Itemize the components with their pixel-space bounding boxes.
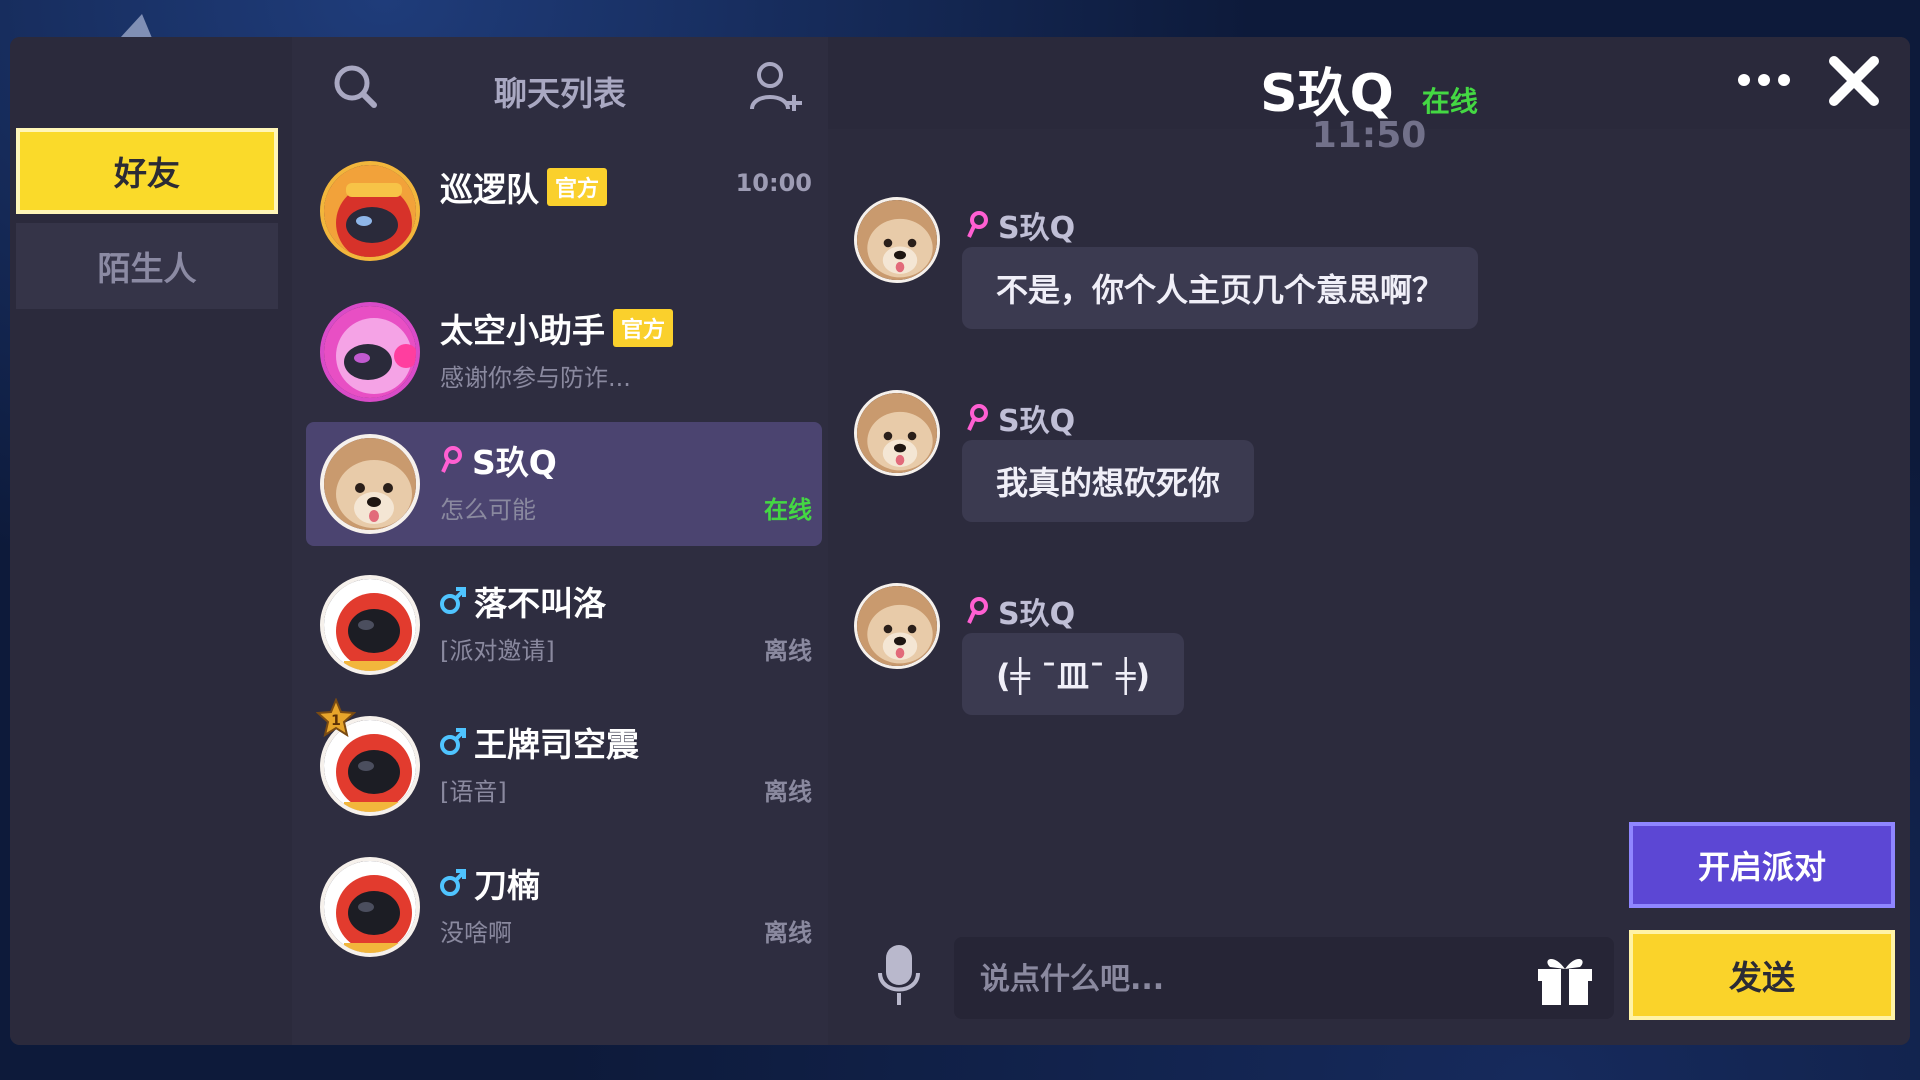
chat-time: 10:00 [735,169,812,197]
male-icon [440,869,466,896]
chat-status: 离线 [764,919,812,947]
chat-window: 好友 陌生人 聊天列表 巡逻队 官方 10:00 太空小助手 官方 感谢你参与防… [10,37,1910,1045]
chat-preview: 感谢你参与防诈... [440,364,631,392]
female-icon [967,211,988,238]
more-icon[interactable] [1738,65,1798,95]
chat-name-row: 王牌司空震 [440,718,639,766]
chat-status: 在线 [764,496,812,524]
chat-item-wangpai[interactable]: 1 王牌司空震 [语音] 离线 [306,698,822,828]
message: S玖Q 我真的想砍死你 [854,390,1654,560]
avatar [320,434,420,534]
rank-badge-icon: 1 [316,698,356,738]
send-button[interactable]: 发送 [1629,930,1895,1020]
chat-name: 刀楠 [474,866,540,905]
chat-list-panel: 聊天列表 巡逻队 官方 10:00 太空小助手 官方 感谢你参与防诈... S玖… [292,37,828,1045]
chat-item-daonan[interactable]: 刀楠 没啥啊 离线 [306,845,822,969]
chat-name: 王牌司空震 [474,725,639,764]
chat-preview: [派对邀请] [440,637,555,665]
mic-icon[interactable] [876,943,922,1007]
chat-name: S玖Q [472,443,557,482]
conversation-panel: S玖Q 在线 11:50 S玖Q 不是，你个人主页几个意思啊？ S玖Q 我真的想… [828,37,1910,1045]
message-sender-name: S玖Q [998,211,1076,246]
chat-status: 离线 [764,778,812,806]
chat-name: 太空小助手 [440,311,605,350]
message-avatar[interactable] [854,197,940,283]
start-party-button[interactable]: 开启派对 [1629,822,1895,908]
gift-icon[interactable] [1534,949,1596,1007]
message-input-box [954,937,1614,1021]
chat-status: 离线 [764,637,812,665]
female-icon [441,446,462,473]
close-icon[interactable] [1824,51,1884,111]
background-decoration [120,14,152,38]
chat-preview: [语音] [440,778,507,806]
message-timestamp: 11:50 [1311,115,1427,156]
add-friend-icon[interactable] [748,59,804,115]
chat-name: 落不叫洛 [474,584,606,623]
message-avatar[interactable] [854,390,940,476]
chat-list-header: 聊天列表 [292,37,828,137]
avatar [320,857,420,957]
female-icon [967,404,988,431]
chat-name: 巡逻队 [440,170,539,209]
message-sender: S玖Q [966,203,1075,247]
chat-preview: 怎么可能 [440,496,536,524]
chat-name-row: 刀楠 [440,859,540,907]
message-sender-name: S玖Q [998,404,1076,439]
tab-friends[interactable]: 好友 [16,128,278,214]
message: S玖Q 不是，你个人主页几个意思啊？ [854,197,1654,367]
chat-item-s9q[interactable]: S玖Q 怎么可能 在线 [306,422,822,546]
female-icon [967,597,988,624]
official-badge: 官方 [613,309,674,347]
official-badge: 官方 [547,168,608,206]
message-avatar[interactable] [854,583,940,669]
svg-text:1: 1 [331,713,341,729]
avatar [320,302,420,402]
male-icon [440,587,466,614]
chat-item-luobujiaoluo[interactable]: 落不叫洛 [派对邀请] 离线 [306,563,822,687]
message: S玖Q (╪ ¯皿¯ ╪) [854,583,1654,753]
avatar [320,575,420,675]
chat-preview: 没啥啊 [440,919,512,947]
chat-item-patrol[interactable]: 巡逻队 官方 10:00 [306,149,822,273]
chat-name-row: 太空小助手 官方 [440,304,674,352]
chat-item-space-assistant[interactable]: 太空小助手 官方 感谢你参与防诈... [306,290,822,414]
message-bubble: (╪ ¯皿¯ ╪) [962,633,1185,715]
tab-strangers[interactable]: 陌生人 [16,223,278,309]
chat-name-row: 落不叫洛 [440,577,606,625]
message-bubble: 我真的想砍死你 [962,440,1255,522]
avatar [320,161,420,261]
conversation-status: 在线 [1421,85,1478,118]
message-bubble: 不是，你个人主页几个意思啊？ [962,247,1479,329]
message-sender: S玖Q [966,589,1075,633]
male-icon [440,728,466,755]
category-sidebar: 好友 陌生人 [10,37,292,1045]
message-sender-name: S玖Q [998,597,1076,632]
chat-name-row: 巡逻队 官方 [440,163,608,211]
chat-name-row: S玖Q [440,436,557,484]
message-input[interactable] [978,937,1502,1021]
message-sender: S玖Q [966,396,1075,440]
